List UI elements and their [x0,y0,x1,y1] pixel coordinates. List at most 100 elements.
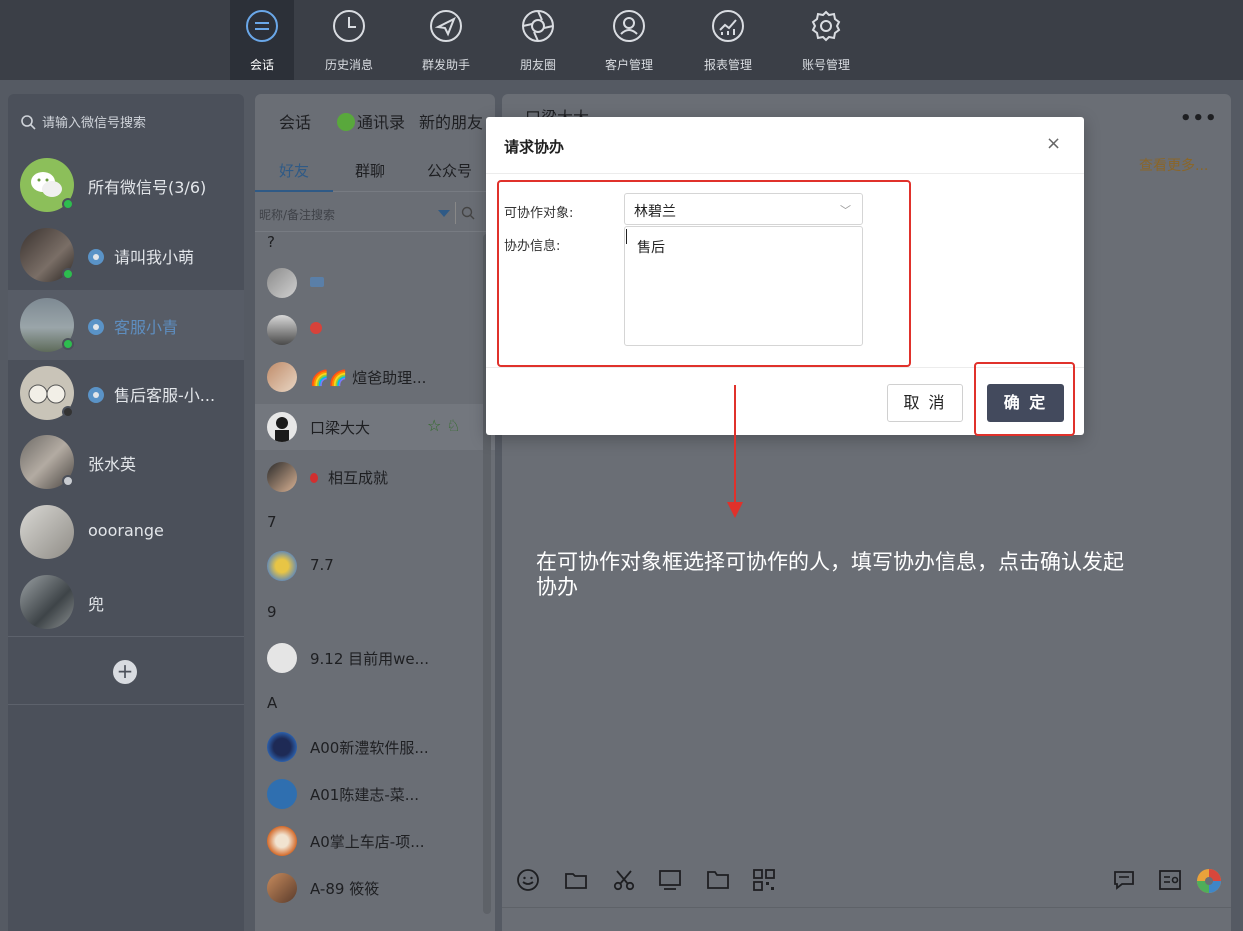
file-folder-icon[interactable] [706,868,730,892]
more-options-button[interactable]: ••• [1180,108,1218,129]
account-search[interactable]: 请输入微信号搜索 [20,112,146,131]
list-item[interactable]: A01陈建志-菜... [255,771,495,817]
avatar [267,362,297,392]
contact-name [310,320,322,338]
list-item[interactable] [255,307,495,353]
nav-label: 客户管理 [604,58,653,72]
tab-address-book-label: 通讯录 [357,113,406,132]
account-name: 所有微信号(3/6) [88,178,207,197]
section-letter: A [267,694,278,712]
annotation-arrow-line [734,385,736,503]
dialog-title: 请求协办 [504,138,565,156]
address-book-icon [337,113,355,131]
account-name: 售后客服-小... [88,382,215,406]
cancel-button[interactable]: 取 消 [887,384,963,422]
list-item[interactable]: A-89 筱筱 [255,865,495,911]
chat-bubble-icon [246,10,278,42]
qr-code-icon[interactable] [752,868,776,892]
divider [502,907,1231,908]
chat-toolbar [502,855,1231,907]
aperture-icon [522,10,554,42]
star-icon[interactable]: ☆ ♘ [427,416,461,435]
scissors-icon[interactable] [612,868,636,892]
monitor-icon[interactable] [658,868,682,892]
nav-item-history[interactable]: 历史消息 [317,0,381,80]
tab-address-book[interactable]: 通讯录 [337,109,405,133]
annotation-text: 在可协作对象框选择可协作的人，填写协办信息，点击确认发起协办 [536,550,1124,599]
contact-name: A00新澧软件服... [310,739,429,757]
offline-status-dot [62,475,74,487]
contacts-subtabs: 好友 群聊 公众号 [255,146,495,192]
nav-label: 账号管理 [801,58,850,72]
nav-item-reports[interactable]: 报表管理 [696,0,760,80]
list-item[interactable] [255,260,495,306]
list-item-selected[interactable]: 口梁大大 ☆ ♘ [255,404,495,450]
nav-label: 历史消息 [324,58,373,72]
list-item[interactable]: 🌈🌈 煊爸助理... [255,354,495,400]
contact-card-icon[interactable] [1158,868,1182,892]
account-item[interactable]: 兜 [8,567,244,637]
list-item[interactable]: 7.7 [255,543,495,589]
account-type-icon [88,319,104,335]
account-item[interactable]: 张水英 [8,427,244,497]
quick-reply-icon[interactable] [1112,868,1136,892]
account-item-selected[interactable]: 客服小青 [8,290,244,360]
nav-label: 报表管理 [703,58,752,72]
search-icon[interactable] [461,206,475,220]
close-icon[interactable]: × [1046,133,1061,154]
contact-search-placeholder: 昵称/备注搜索 [259,208,336,222]
account-item[interactable]: ooorange [8,497,244,567]
list-item[interactable]: 9.12 目前用we... [255,635,495,681]
contacts-panel: 会话 通讯录 新的朋友 好友 群聊 公众号 昵称/备注搜索 ? 🌈🌈 煊爸助理.… [255,94,495,931]
account-name-text: 客服小青 [114,318,179,337]
add-account-button[interactable]: + [113,660,137,684]
account-item[interactable]: 请叫我小萌 [8,220,244,290]
emoji-icon [310,277,324,287]
account-name: 张水英 [88,455,137,474]
avatar [267,826,297,856]
tab-conversations[interactable]: 会话 [279,109,311,133]
list-item[interactable]: A00新澧软件服... [255,724,495,770]
clock-icon [333,10,365,42]
online-status-dot [62,338,74,350]
section-letter: 9 [267,603,277,621]
search-icon [21,115,36,130]
list-item[interactable]: A0掌上车店-项... [255,818,495,864]
gear-icon [811,10,841,42]
emoji-icon[interactable] [516,868,540,892]
color-wheel-icon[interactable] [1196,868,1222,894]
emoji-icon [310,322,322,334]
subtab-official-accounts[interactable]: 公众号 [427,160,472,181]
nav-label: 会话 [249,58,274,72]
nav-item-broadcast[interactable]: 群发助手 [414,0,478,80]
avatar [267,643,297,673]
contact-filter[interactable]: 昵称/备注搜索 [255,194,495,232]
avatar [20,575,74,629]
nav-label: 群发助手 [421,58,470,72]
divider [8,636,244,637]
subtab-groups[interactable]: 群聊 [355,160,385,181]
account-name: ooorange [88,521,164,540]
view-more-link[interactable]: 查看更多... [1139,155,1208,175]
nav-item-customers[interactable]: 客户管理 [597,0,661,80]
status-dot [62,406,74,418]
nav-item-chat[interactable]: 会话 [230,0,294,80]
chart-icon [712,10,744,42]
account-item[interactable]: 售后客服-小... [8,358,244,428]
nav-label: 朋友圈 [519,58,556,72]
avatar [267,732,297,762]
nav-item-moments[interactable]: 朋友圈 [506,0,570,80]
contact-name: 口梁大大 [310,419,371,437]
highlight-box-form [497,180,911,367]
subtab-friends[interactable]: 好友 [279,160,309,181]
avatar [267,268,297,298]
dropdown-arrow-icon[interactable] [438,210,450,217]
account-item-all[interactable]: 所有微信号(3/6) [8,150,244,220]
contact-name-text: 相互成就 [328,469,389,487]
avatar [267,315,297,345]
tab-new-friends[interactable]: 新的朋友 [419,109,483,133]
folder-icon[interactable] [564,868,588,892]
nav-item-accounts[interactable]: 账号管理 [794,0,858,80]
list-item[interactable]: 相互成就 [255,454,495,500]
balloon-icon [310,473,318,483]
